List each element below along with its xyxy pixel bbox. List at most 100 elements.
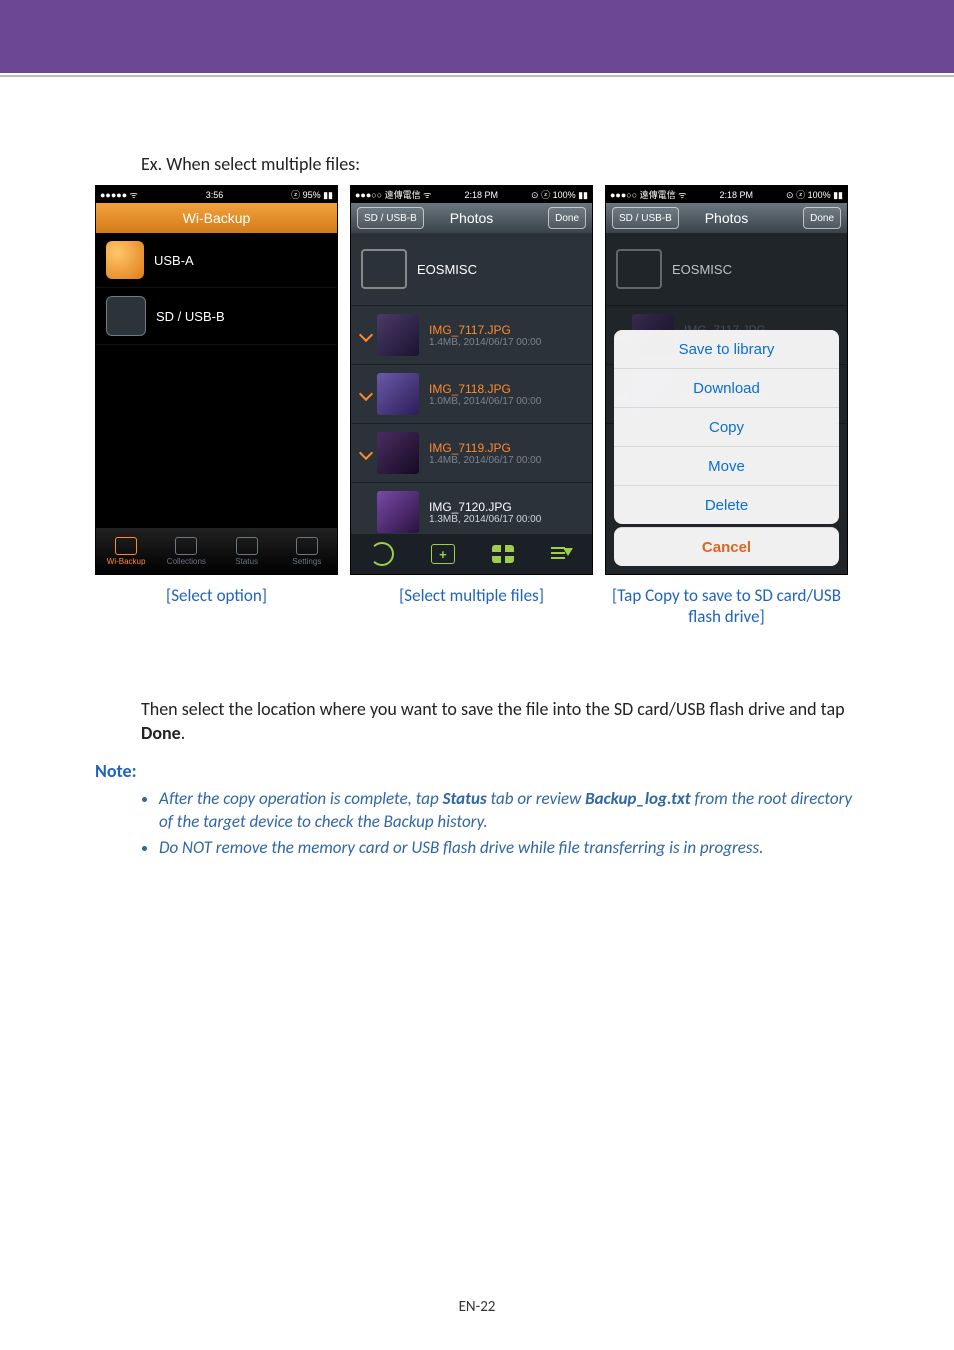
tab-icon bbox=[115, 537, 137, 555]
multiselect-icon[interactable] bbox=[492, 545, 514, 563]
screenshots-row: ●●●●● ᯤ 3:56 ⓩ 95% ▮▮ Wi-Backup USB-A bbox=[95, 185, 859, 627]
status-left: ●●●○○ 遠傳電信 ᯤ bbox=[355, 188, 431, 201]
note-heading: Note: bbox=[95, 760, 859, 782]
status-left: ●●●●● ᯤ bbox=[100, 188, 138, 201]
status-time: 2:18 PM bbox=[719, 190, 753, 200]
folder-row[interactable]: EOSMISC bbox=[351, 233, 592, 306]
checkmark-icon bbox=[359, 387, 373, 401]
para-text-a: Then select the location where you want … bbox=[141, 698, 845, 720]
tab-label: Collections bbox=[167, 557, 206, 566]
action-copy[interactable]: Copy bbox=[614, 407, 839, 446]
back-button[interactable]: SD / USB-B bbox=[612, 207, 679, 229]
status-bar: ●●●○○ 遠傳電信 ᯤ 2:18 PM ⊙ ⓩ 100% ▮▮ bbox=[606, 186, 847, 203]
file-row[interactable]: IMG_7120.JPG1.3MB, 2014/06/17 00:00 bbox=[351, 483, 592, 534]
tab-icon bbox=[175, 537, 197, 555]
folder-icon bbox=[361, 249, 407, 289]
row-label: SD / USB-B bbox=[156, 309, 225, 324]
para-text-b: . bbox=[181, 722, 186, 744]
tab-label: Wi-Backup bbox=[107, 557, 146, 566]
thumbnail bbox=[377, 314, 419, 356]
screenshot-select-option: ●●●●● ᯤ 3:56 ⓩ 95% ▮▮ Wi-Backup USB-A bbox=[95, 185, 338, 575]
tab-collections[interactable]: Collections bbox=[156, 528, 216, 574]
tab-settings[interactable]: Settings bbox=[277, 528, 337, 574]
note-text: Do NOT remove the memory card or USB fla… bbox=[159, 837, 763, 858]
action-delete[interactable]: Delete bbox=[614, 485, 839, 524]
refresh-icon[interactable] bbox=[370, 542, 394, 566]
tab-wi-backup[interactable]: Wi-Backup bbox=[96, 528, 156, 574]
row-label: USB-A bbox=[154, 253, 194, 268]
back-button[interactable]: SD / USB-B bbox=[357, 207, 424, 229]
status-right: ⊙ ⓩ 100% ▮▮ bbox=[531, 188, 588, 201]
nav-bar: SD / USB-B Photos Done bbox=[606, 203, 847, 233]
file-meta: 1.4MB, 2014/06/17 00:00 bbox=[429, 455, 541, 466]
done-button[interactable]: Done bbox=[803, 207, 841, 229]
status-time: 3:56 bbox=[206, 190, 224, 200]
action-download[interactable]: Download bbox=[614, 368, 839, 407]
action-cancel[interactable]: Cancel bbox=[614, 527, 839, 566]
tab-icon bbox=[296, 537, 318, 555]
note-bold: Backup_log.txt bbox=[585, 788, 691, 809]
file-name: IMG_7120.JPG bbox=[429, 500, 541, 514]
file-name: IMG_7119.JPG bbox=[429, 441, 541, 455]
action-sheet: Save to library Download Copy Move Delet… bbox=[614, 330, 839, 566]
note-text: tab or review bbox=[487, 788, 585, 809]
status-bar: ●●●○○ 遠傳電信 ᯤ 2:18 PM ⊙ ⓩ 100% ▮▮ bbox=[351, 186, 592, 203]
file-name: IMG_7117.JPG bbox=[429, 323, 541, 337]
caption-2: [Select multiple files] bbox=[350, 585, 593, 606]
file-meta: 1.0MB, 2014/06/17 00:00 bbox=[429, 396, 541, 407]
file-meta: 1.3MB, 2014/06/17 00:00 bbox=[429, 514, 541, 525]
caption-1: [Select option] bbox=[95, 585, 338, 606]
thumbnail bbox=[377, 432, 419, 474]
note-item: After the copy operation is complete, ta… bbox=[159, 788, 859, 834]
usb-icon bbox=[106, 241, 144, 279]
list-row-sd-usb-b[interactable]: SD / USB-B bbox=[96, 288, 337, 345]
status-right: ⊙ ⓩ 100% ▮▮ bbox=[786, 188, 843, 201]
screen-body: EOSMISC IMG_7117.JPG1.4MB, 2014/06/17 00… bbox=[606, 233, 847, 574]
action-move[interactable]: Move bbox=[614, 446, 839, 485]
screenshot-multi-select: ●●●○○ 遠傳電信 ᯤ 2:18 PM ⊙ ⓩ 100% ▮▮ SD / US… bbox=[350, 185, 593, 575]
list-row-usb-a[interactable]: USB-A bbox=[96, 233, 337, 288]
folder-label: EOSMISC bbox=[417, 262, 477, 277]
note-bold: Status bbox=[443, 788, 487, 809]
file-row[interactable]: IMG_7119.JPG1.4MB, 2014/06/17 00:00 bbox=[351, 424, 592, 483]
note-text: After the copy operation is complete, ta… bbox=[159, 788, 443, 809]
thumbnail bbox=[377, 491, 419, 533]
page-footer: EN-22 bbox=[0, 1298, 954, 1316]
instruction-paragraph: Then select the location where you want … bbox=[141, 697, 859, 746]
para-bold: Done bbox=[141, 722, 181, 744]
tab-bar: Wi-Backup Collections Status Settings bbox=[96, 528, 337, 574]
title-text: Photos bbox=[705, 210, 749, 226]
toolbar bbox=[351, 534, 592, 574]
caption-3: [Tap Copy to save to SD card/USB flash d… bbox=[605, 585, 848, 627]
status-time: 2:18 PM bbox=[464, 190, 498, 200]
screen-body: EOSMISC IMG_7117.JPG1.4MB, 2014/06/17 00… bbox=[351, 233, 592, 534]
nav-bar: SD / USB-B Photos Done bbox=[351, 203, 592, 233]
checkmark-icon bbox=[359, 446, 373, 460]
status-right: ⓩ 95% ▮▮ bbox=[291, 188, 333, 201]
file-row[interactable]: IMG_7117.JPG1.4MB, 2014/06/17 00:00 bbox=[351, 306, 592, 365]
thumbnail bbox=[377, 373, 419, 415]
done-button[interactable]: Done bbox=[548, 207, 586, 229]
note-list: After the copy operation is complete, ta… bbox=[135, 788, 859, 861]
title-text: Wi-Backup bbox=[183, 210, 251, 226]
action-save-to-library[interactable]: Save to library bbox=[614, 330, 839, 368]
file-meta: 1.4MB, 2014/06/17 00:00 bbox=[429, 337, 541, 348]
nav-title: Wi-Backup bbox=[96, 203, 337, 233]
status-bar: ●●●●● ᯤ 3:56 ⓩ 95% ▮▮ bbox=[96, 186, 337, 203]
add-icon[interactable] bbox=[431, 544, 455, 564]
tab-label: Settings bbox=[292, 557, 321, 566]
file-row[interactable]: IMG_7118.JPG1.0MB, 2014/06/17 00:00 bbox=[351, 365, 592, 424]
sd-icon bbox=[106, 296, 146, 336]
header-band bbox=[0, 0, 954, 73]
screen-body: USB-A SD / USB-B bbox=[96, 233, 337, 528]
status-left: ●●●○○ 遠傳電信 ᯤ bbox=[610, 188, 686, 201]
screenshot-action-sheet: ●●●○○ 遠傳電信 ᯤ 2:18 PM ⊙ ⓩ 100% ▮▮ SD / US… bbox=[605, 185, 848, 575]
tab-icon bbox=[236, 537, 258, 555]
tab-label: Status bbox=[235, 557, 258, 566]
tab-status[interactable]: Status bbox=[217, 528, 277, 574]
example-heading: Ex. When select multiple files: bbox=[141, 153, 859, 175]
note-item: Do NOT remove the memory card or USB fla… bbox=[159, 837, 859, 860]
checkmark-icon bbox=[359, 328, 373, 342]
sort-icon[interactable] bbox=[551, 545, 573, 563]
title-text: Photos bbox=[450, 210, 494, 226]
